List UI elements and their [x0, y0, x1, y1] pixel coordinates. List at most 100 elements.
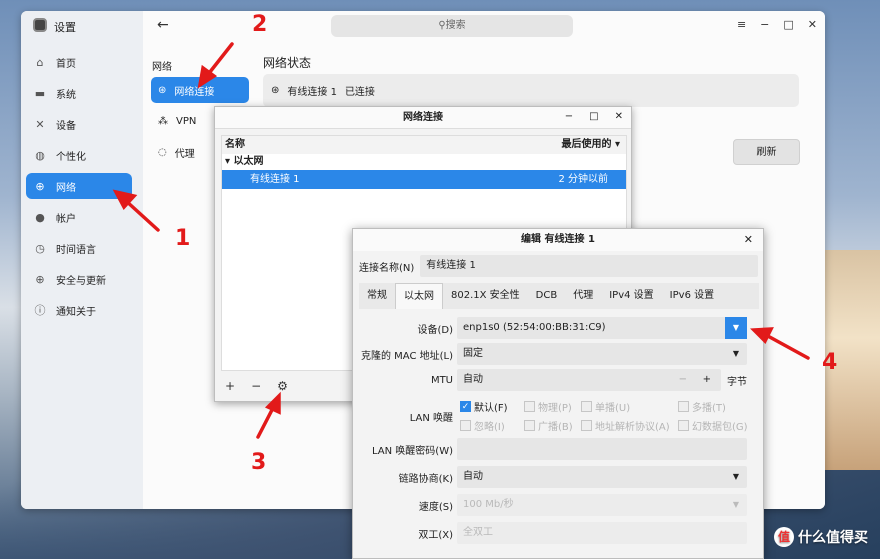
mtu-row: MTU 自动 − + 字节 — [353, 369, 765, 391]
mtu-stepper[interactable]: 自动 − + — [457, 369, 721, 391]
checkbox-label: 忽略(I) — [474, 422, 505, 433]
checkbox-box — [678, 401, 689, 412]
add-button[interactable]: + — [225, 379, 235, 393]
speed-select: 100 Mb/秒 ▼ — [457, 494, 747, 516]
speed-row: 速度(S) 100 Mb/秒 ▼ — [353, 494, 765, 516]
group-ethernet[interactable]: ▾ 以太网 — [222, 154, 626, 170]
maximize-icon[interactable]: □ — [783, 18, 793, 31]
watermark-logo-icon: 值 — [774, 527, 794, 547]
speed-label: 速度(S) — [418, 501, 453, 513]
check-icon: ✓ — [460, 401, 471, 412]
search-input[interactable]: ⚲搜索 — [331, 15, 573, 37]
sidebar-item-label: 网络 — [56, 182, 76, 194]
close-icon[interactable]: ✕ — [615, 111, 623, 122]
table-row[interactable]: 有线连接 1 2 分钟以前 — [222, 170, 626, 189]
negotiation-value: 自动 — [463, 471, 483, 482]
checkbox-box — [524, 420, 535, 431]
mac-label: 克隆的 MAC 地址(L) — [360, 350, 453, 362]
wol-phy-checkbox[interactable]: 物理(P) — [524, 399, 572, 414]
checkbox-label: 广播(B) — [538, 422, 573, 433]
tab-ipv6[interactable]: IPv6 设置 — [662, 283, 722, 309]
search-icon: ⚲ — [438, 20, 446, 31]
wol-broadcast-checkbox[interactable]: 广播(B) — [524, 418, 573, 433]
remove-button[interactable]: − — [251, 379, 261, 393]
wol-unicast-checkbox[interactable]: 单播(U) — [581, 399, 630, 414]
vpn-icon: ⁂ — [158, 115, 168, 127]
sidebar-item-devices[interactable]: ✕ 设备 — [26, 111, 132, 137]
refresh-button[interactable]: 刷新 — [733, 139, 800, 165]
sidebar-item-network[interactable]: ⊕ 网络 — [26, 173, 132, 199]
tab-proxy[interactable]: 代理 — [565, 283, 601, 309]
network-item-label: VPN — [176, 115, 197, 127]
maximize-icon[interactable]: □ — [589, 111, 598, 122]
sidebar-item-label: 时间语言 — [56, 244, 96, 256]
sidebar-item-time-language[interactable]: ◷ 时间语言 — [26, 235, 132, 261]
sidebar-item-security-update[interactable]: ⊕ 安全与更新 — [26, 266, 132, 292]
tab-general[interactable]: 常规 — [359, 283, 395, 309]
sidebar-item-label: 个性化 — [56, 151, 86, 163]
close-icon[interactable]: ✕ — [744, 233, 753, 246]
column-last-used[interactable]: 最后使用的 ▾ — [561, 136, 620, 154]
connection-last-used: 2 分钟以前 — [558, 174, 608, 185]
sidebar-item-label: 帐户 — [56, 213, 76, 225]
negotiation-row: 链路协商(K) 自动 ▼ — [353, 466, 765, 488]
minimize-icon[interactable]: − — [565, 111, 573, 122]
clock-icon: ◷ — [35, 241, 45, 255]
app-title: 设置 — [54, 21, 76, 34]
edit-connection-dialog: 编辑 有线连接 1 ✕ 连接名称(N) 有线连接 1 常规 以太网 802.1X… — [352, 228, 764, 559]
sidebar-item-label: 通知关于 — [56, 306, 96, 318]
chevron-down-icon[interactable]: ▼ — [725, 317, 747, 339]
window-controls: ≡ − □ ✕ — [737, 18, 817, 31]
wol-ignore-checkbox[interactable]: 忽略(I) — [460, 418, 505, 433]
wol-magic-checkbox[interactable]: 幻数据包(G) — [678, 418, 748, 433]
wol-default-checkbox[interactable]: ✓ 默认(F) — [460, 399, 508, 414]
palette-icon: ◍ — [35, 148, 45, 162]
sidebar-item-accounts[interactable]: ● 帐户 — [26, 204, 132, 230]
chevron-down-icon: ▼ — [732, 500, 739, 509]
minimize-icon[interactable]: − — [760, 18, 769, 31]
sidebar-item-notifications-about[interactable]: ⓘ 通知关于 — [26, 297, 132, 323]
tools-icon: ✕ — [35, 117, 45, 131]
gear-icon[interactable]: ⚙ — [277, 379, 288, 393]
tab-ipv4[interactable]: IPv4 设置 — [601, 283, 661, 309]
close-icon[interactable]: ✕ — [808, 18, 817, 31]
tab-8021x[interactable]: 802.1X 安全性 — [443, 283, 528, 309]
sidebar-item-home[interactable]: ⌂ 首页 — [26, 49, 132, 75]
mtu-increment-button[interactable]: + — [703, 369, 711, 391]
display-icon: ▬ — [34, 86, 46, 100]
mtu-label: MTU — [430, 374, 453, 386]
tab-ethernet[interactable]: 以太网 — [395, 283, 443, 309]
user-icon: ● — [35, 210, 45, 224]
menu-icon[interactable]: ≡ — [737, 18, 746, 31]
network-item-label: 网络连接 — [174, 86, 215, 98]
device-label: 设备(D) — [417, 324, 453, 336]
wol-multicast-checkbox[interactable]: 多播(T) — [678, 399, 726, 414]
mtu-decrement-button[interactable]: − — [679, 369, 687, 391]
home-icon: ⌂ — [36, 55, 44, 69]
wol-password-row: LAN 唤醒密码(W) — [353, 438, 765, 460]
device-select[interactable]: enp1s0 (52:54:00:BB:31:C9) ▼ — [457, 317, 747, 339]
network-icon: ⊛ — [158, 84, 167, 96]
wol-password-field[interactable] — [457, 438, 747, 460]
sidebar-item-label: 安全与更新 — [56, 275, 106, 287]
connection-name-field[interactable]: 有线连接 1 — [420, 255, 759, 277]
tab-dcb[interactable]: DCB — [528, 283, 566, 309]
sidebar-item-personalization[interactable]: ◍ 个性化 — [26, 142, 132, 168]
mtu-unit: 字节 — [727, 376, 747, 388]
sidebar-item-system[interactable]: ▬ 系统 — [26, 80, 132, 106]
dialog-controls: − □ ✕ — [565, 111, 623, 122]
shield-icon: ⊕ — [35, 272, 45, 286]
network-icon: ⊛ — [271, 85, 280, 96]
watermark: 值什么值得买 — [774, 527, 868, 547]
mac-select[interactable]: 固定 ▼ — [457, 343, 747, 365]
negotiation-label: 链路协商(K) — [398, 473, 453, 485]
connection-state: 已连接 — [344, 87, 375, 98]
checkbox-box — [524, 401, 535, 412]
negotiation-select[interactable]: 自动 ▼ — [457, 466, 747, 488]
network-item-label: 代理 — [174, 148, 195, 160]
back-arrow-icon[interactable]: ← — [157, 17, 169, 33]
network-status-row[interactable]: ⊛ 有线连接 1 已连接 — [263, 74, 799, 107]
network-item-connections[interactable]: ⊛ 网络连接 — [151, 77, 249, 103]
wol-arp-checkbox[interactable]: 地址解析协议(A) — [581, 418, 670, 433]
column-name[interactable]: 名称 — [225, 136, 245, 154]
